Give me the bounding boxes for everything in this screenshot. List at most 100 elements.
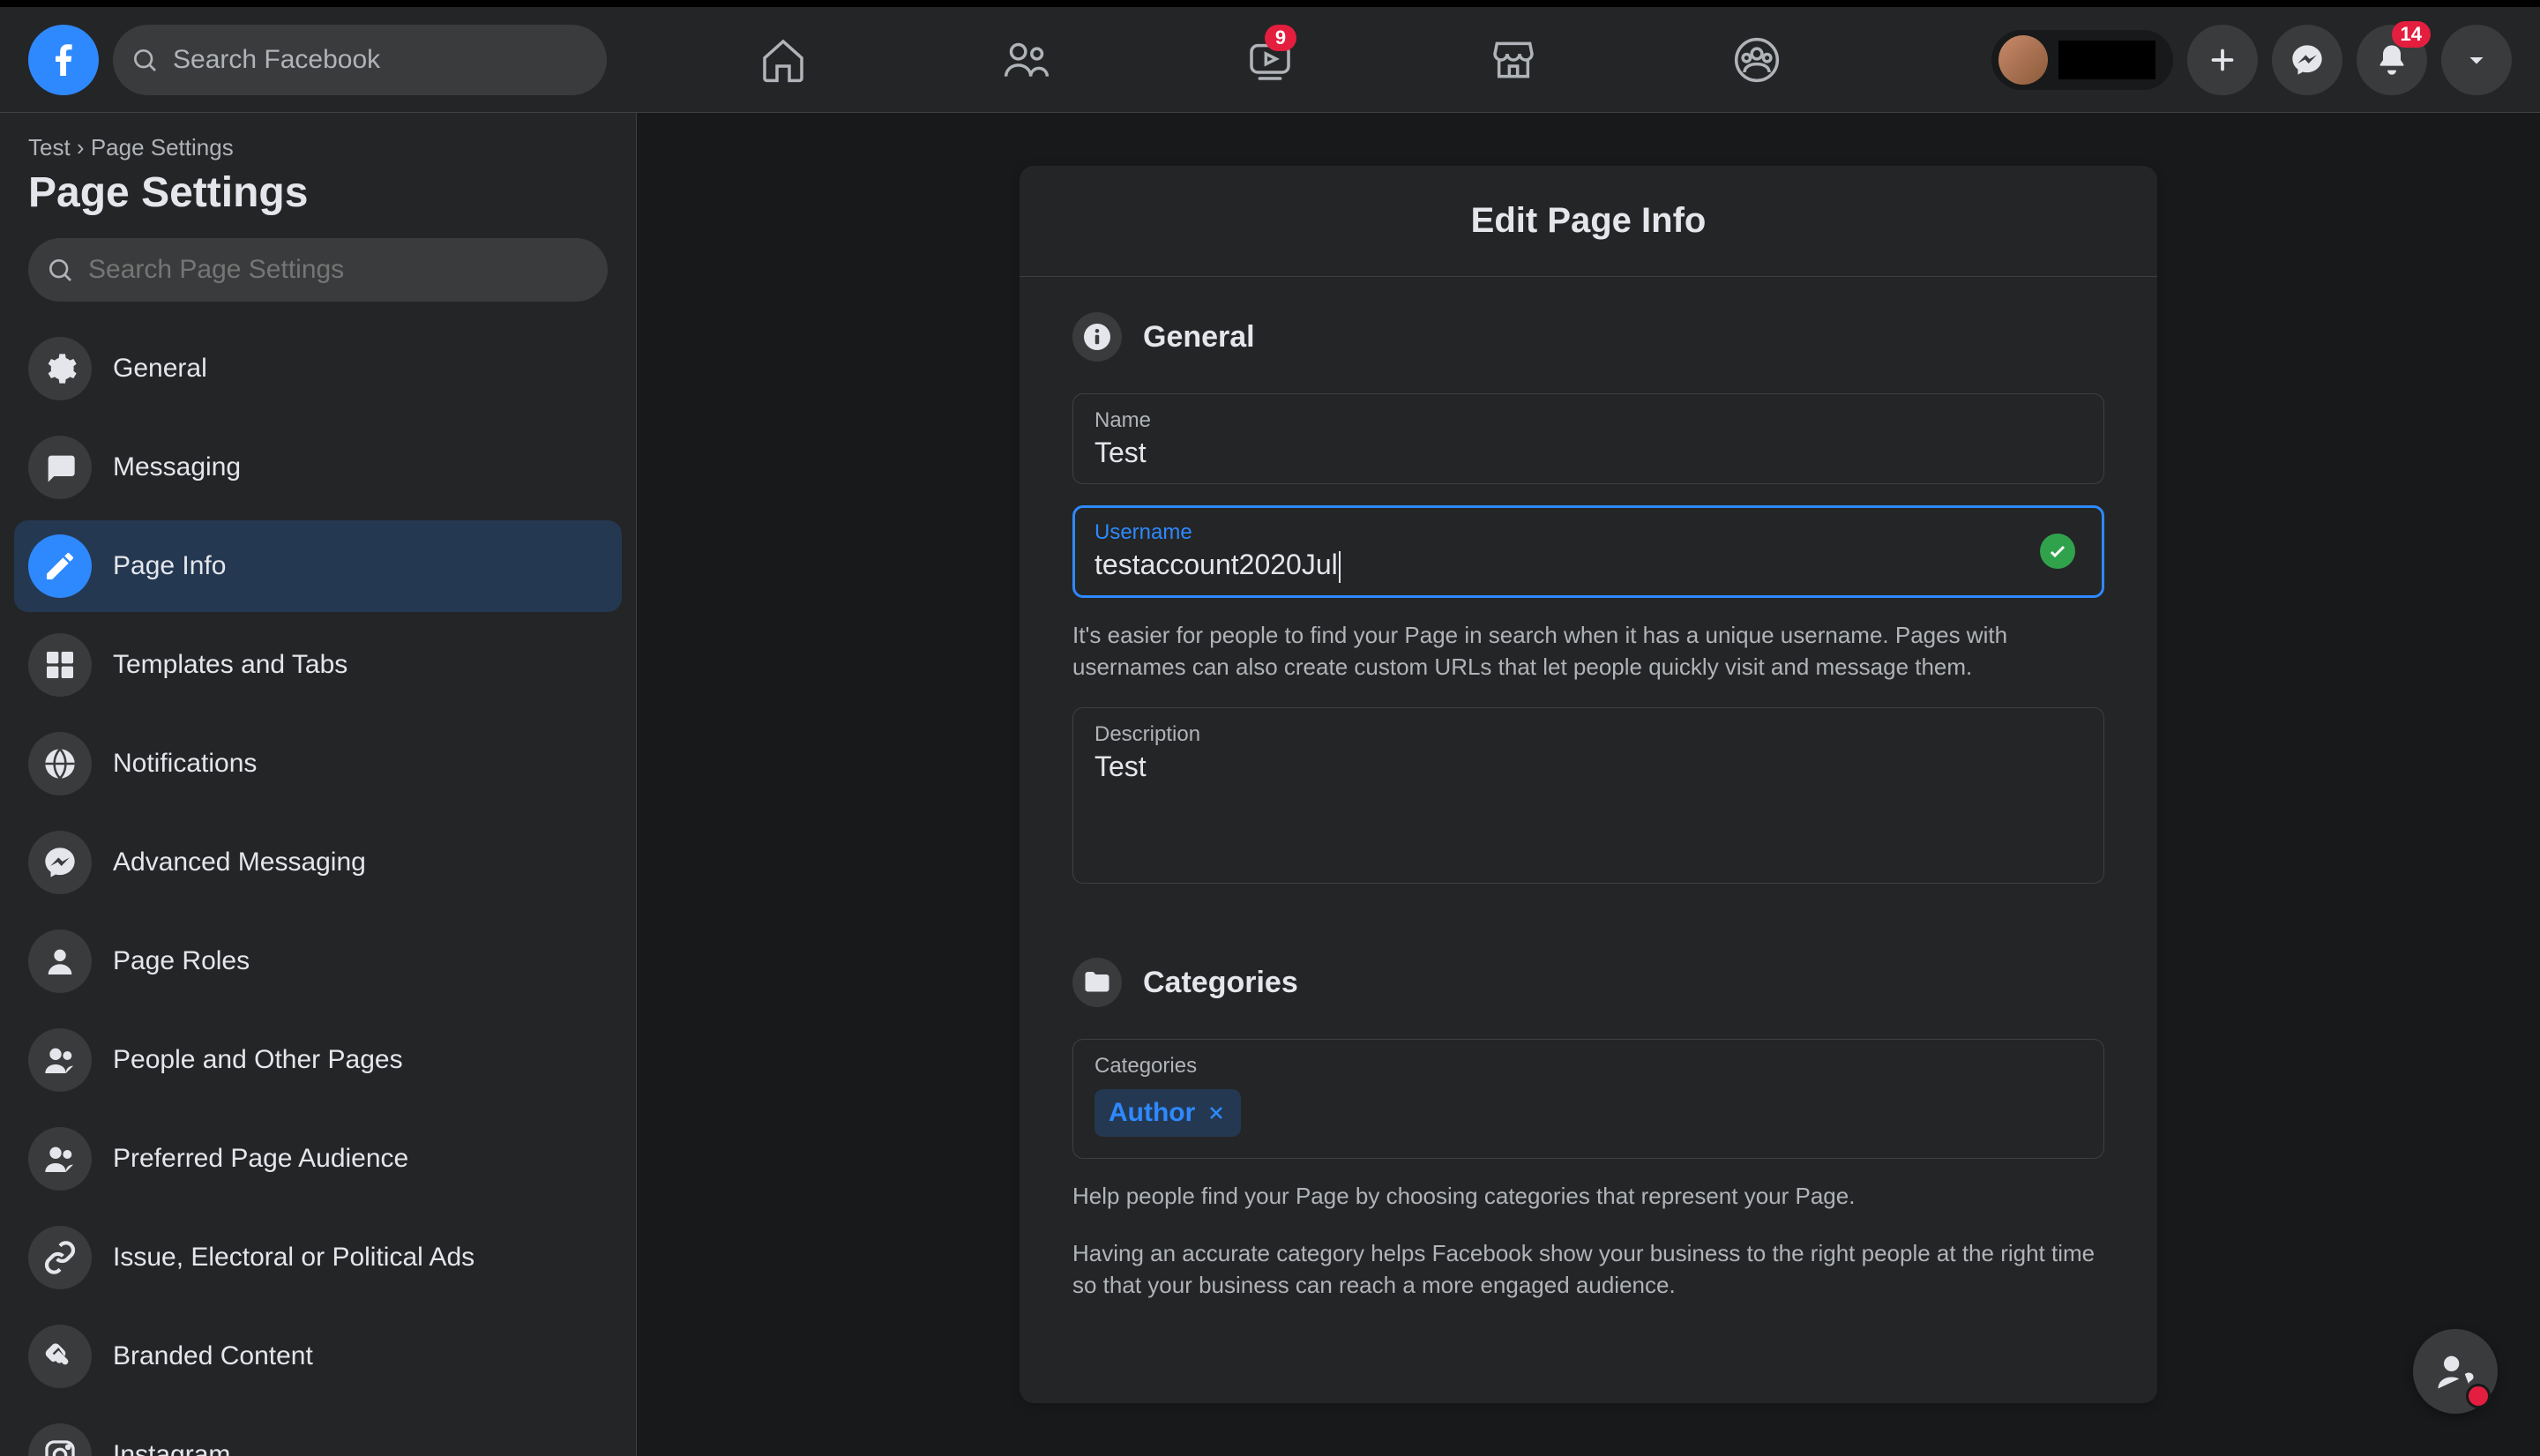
breadcrumb-root[interactable]: Test bbox=[28, 134, 71, 161]
messenger-button[interactable] bbox=[2272, 25, 2342, 95]
global-search[interactable] bbox=[113, 25, 607, 95]
sidebar-item-audience[interactable]: Preferred Page Audience bbox=[14, 1113, 622, 1205]
sidebar-item-label: Preferred Page Audience bbox=[113, 1144, 408, 1174]
edit-page-info-card: Edit Page Info General Name Test Userna bbox=[1020, 166, 2157, 1403]
chip-label: Author bbox=[1109, 1098, 1195, 1128]
field-label: Username bbox=[1094, 520, 2082, 545]
folder-icon bbox=[1072, 958, 1122, 1007]
support-fab[interactable] bbox=[2413, 1329, 2498, 1414]
gear-icon bbox=[28, 337, 92, 400]
global-search-input[interactable] bbox=[173, 45, 589, 75]
sidebar-item-label: Branded Content bbox=[113, 1341, 313, 1371]
account-menu-button[interactable] bbox=[2441, 25, 2512, 95]
close-icon bbox=[1206, 1102, 1227, 1124]
section-general-header: General bbox=[1072, 312, 2104, 362]
sidebar-item-label: Messaging bbox=[113, 452, 241, 482]
nav-marketplace[interactable] bbox=[1399, 11, 1628, 109]
sidebar-item-people-pages[interactable]: People and Other Pages bbox=[14, 1014, 622, 1106]
marketplace-icon bbox=[1489, 35, 1538, 85]
field-label: Categories bbox=[1094, 1054, 2082, 1079]
field-label: Description bbox=[1094, 722, 2082, 747]
breadcrumb-current: Page Settings bbox=[91, 134, 234, 161]
username-field[interactable]: Username testaccount2020Jul bbox=[1072, 505, 2104, 598]
text-cursor bbox=[1339, 551, 1341, 583]
settings-sidebar: Test › Page Settings Page Settings Gener… bbox=[0, 113, 637, 1456]
groups-icon bbox=[1732, 35, 1782, 85]
main-content: Edit Page Info General Name Test Userna bbox=[637, 113, 2540, 1456]
description-field[interactable]: Description Test bbox=[1072, 707, 2104, 884]
nav-friends[interactable] bbox=[912, 11, 1141, 109]
nav-groups[interactable] bbox=[1642, 11, 1871, 109]
nav-home[interactable] bbox=[669, 11, 898, 109]
breadcrumb: Test › Page Settings bbox=[14, 134, 622, 161]
sidebar-item-messaging[interactable]: Messaging bbox=[14, 422, 622, 513]
friends-icon bbox=[1002, 35, 1051, 85]
nav-watch[interactable]: 9 bbox=[1155, 11, 1385, 109]
messenger-icon bbox=[28, 831, 92, 894]
notifications-button[interactable]: 14 bbox=[2357, 25, 2427, 95]
sidebar-item-label: Issue, Electoral or Political Ads bbox=[113, 1243, 474, 1273]
search-icon bbox=[46, 256, 74, 284]
sidebar-item-label: Page Roles bbox=[113, 946, 250, 976]
section-categories-header: Categories bbox=[1072, 958, 2104, 1007]
fab-badge bbox=[2466, 1384, 2491, 1408]
notifications-badge: 14 bbox=[2392, 21, 2431, 48]
top-nav: 9 bbox=[669, 11, 1871, 109]
sidebar-search[interactable] bbox=[28, 238, 608, 302]
sidebar-item-label: Advanced Messaging bbox=[113, 847, 366, 877]
bell-icon bbox=[2374, 42, 2409, 78]
pencil-icon bbox=[28, 534, 92, 598]
header-right: 14 bbox=[1991, 25, 2512, 95]
facebook-logo[interactable] bbox=[28, 25, 99, 95]
create-button[interactable] bbox=[2187, 25, 2258, 95]
plus-icon bbox=[2207, 44, 2238, 76]
field-value: Test bbox=[1094, 437, 2082, 469]
instagram-icon bbox=[28, 1423, 92, 1456]
chat-icon bbox=[28, 436, 92, 499]
field-label: Name bbox=[1094, 408, 2082, 433]
grid-icon bbox=[28, 633, 92, 697]
people-icon bbox=[28, 1127, 92, 1191]
home-icon bbox=[758, 35, 808, 85]
person-icon bbox=[28, 930, 92, 993]
section-title: Categories bbox=[1143, 966, 1298, 1000]
check-icon bbox=[2040, 534, 2075, 569]
profile-button[interactable] bbox=[1991, 30, 2173, 90]
sidebar-item-label: Instagram bbox=[113, 1440, 230, 1456]
profile-name bbox=[2058, 41, 2155, 79]
messenger-icon bbox=[2290, 42, 2325, 78]
sidebar-item-label: People and Other Pages bbox=[113, 1045, 403, 1075]
card-title: Edit Page Info bbox=[1020, 166, 2157, 277]
sidebar-item-instagram[interactable]: Instagram bbox=[14, 1409, 622, 1456]
name-field[interactable]: Name Test bbox=[1072, 393, 2104, 484]
sidebar-search-input[interactable] bbox=[88, 255, 590, 285]
handshake-icon bbox=[28, 1325, 92, 1388]
section-title: General bbox=[1143, 320, 1255, 355]
search-icon bbox=[131, 46, 159, 74]
sidebar-item-templates[interactable]: Templates and Tabs bbox=[14, 619, 622, 711]
sidebar-item-label: Page Info bbox=[113, 551, 226, 581]
info-icon bbox=[1072, 312, 1122, 362]
top-header: 9 14 bbox=[0, 7, 2540, 113]
globe-icon bbox=[28, 732, 92, 795]
field-value: Test bbox=[1094, 750, 2082, 783]
sidebar-item-page-info[interactable]: Page Info bbox=[14, 520, 622, 612]
chip-remove-button[interactable] bbox=[1206, 1102, 1227, 1124]
chevron-down-icon bbox=[2461, 44, 2492, 76]
sidebar-item-label: General bbox=[113, 354, 207, 384]
field-value: testaccount2020Jul bbox=[1094, 549, 2082, 583]
sidebar-item-general[interactable]: General bbox=[14, 323, 622, 414]
sidebar-item-political-ads[interactable]: Issue, Electoral or Political Ads bbox=[14, 1212, 622, 1303]
sidebar-item-branded-content[interactable]: Branded Content bbox=[14, 1310, 622, 1402]
page-title: Page Settings bbox=[14, 161, 622, 238]
category-chip: Author bbox=[1094, 1089, 1241, 1137]
username-help-text: It's easier for people to find your Page… bbox=[1072, 619, 2104, 683]
categories-help-text-2: Having an accurate category helps Facebo… bbox=[1072, 1237, 2104, 1302]
sidebar-item-page-roles[interactable]: Page Roles bbox=[14, 915, 622, 1007]
sidebar-item-notifications[interactable]: Notifications bbox=[14, 718, 622, 810]
link-icon bbox=[28, 1226, 92, 1289]
sidebar-item-advanced-messaging[interactable]: Advanced Messaging bbox=[14, 817, 622, 908]
categories-field[interactable]: Categories Author bbox=[1072, 1039, 2104, 1159]
avatar bbox=[1998, 35, 2048, 85]
people-icon bbox=[28, 1028, 92, 1092]
